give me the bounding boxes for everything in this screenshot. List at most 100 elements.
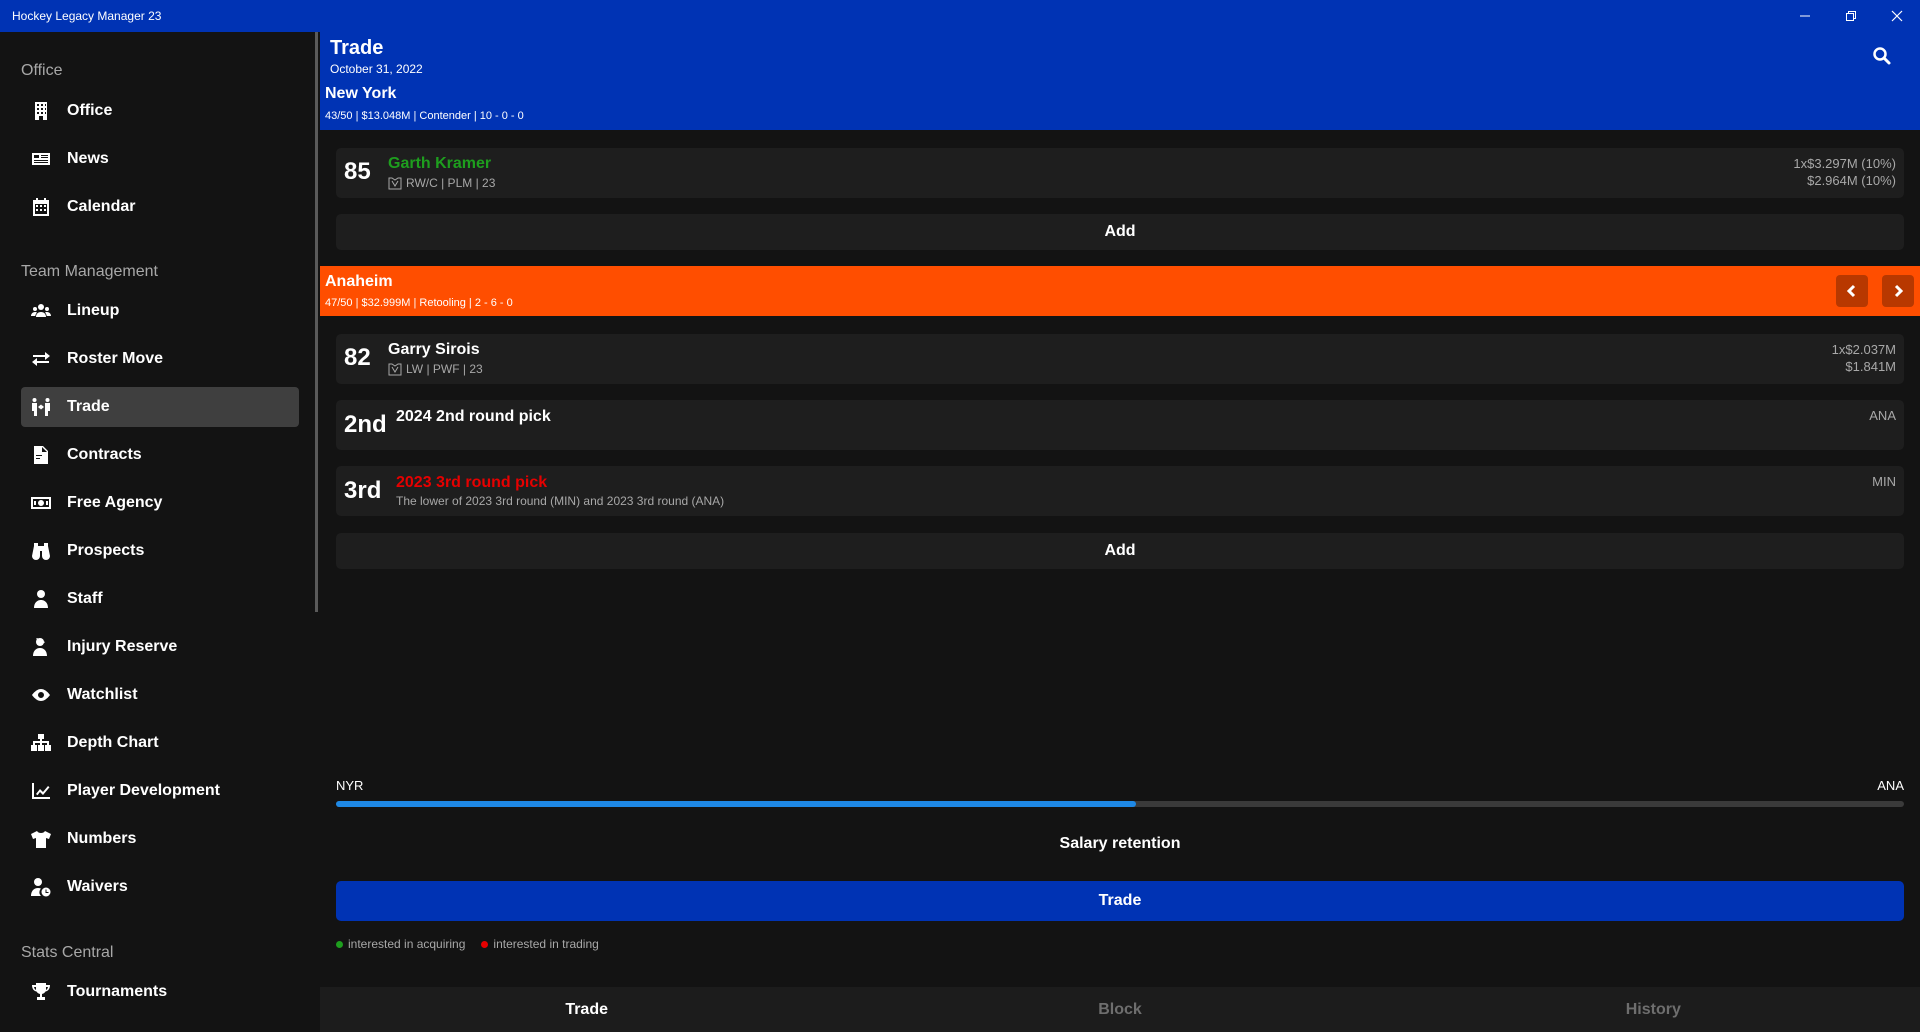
sidebar-item-calendar[interactable]: Calendar [21,187,299,227]
sidebar-item-player-development[interactable]: Player Development [21,771,299,811]
minimize-button[interactable] [1782,0,1828,32]
sidebar-item-label: Watchlist [67,686,138,703]
sidebar-item-roster-move[interactable]: Roster Move [21,339,299,379]
pick-description: The lower of 2023 3rd round (MIN) and 20… [396,494,725,508]
app-title: Hockey Legacy Manager 23 [12,9,162,23]
player-meta: LW | PWF | 23 [406,362,483,376]
pick-name: 2024 2nd round pick [396,408,551,425]
player-rating: 85 [344,158,371,185]
pick-round: 2nd [344,411,387,438]
other-team-header: Anaheim 47/50 | $32.999M | Retooling | 2… [320,266,1920,316]
pick-round: 3rd [344,477,382,504]
chevron-right-icon [1894,284,1904,298]
player-contract: 1x$3.297M (10%) [1793,156,1896,171]
user-clock-icon [29,875,53,899]
sidebar-item-label: Tournaments [67,983,168,1000]
player-cap-hit: $2.964M (10%) [1807,173,1896,188]
binoculars-icon [29,539,53,563]
group-title-team-management: Team Management [21,263,158,280]
exchange-icon [29,347,53,371]
sidebar-item-watchlist[interactable]: Watchlist [21,675,299,715]
user-tie-icon [29,587,53,611]
add-my-asset-button[interactable]: Add [336,214,1904,250]
pick-team: MIN [1872,474,1896,489]
red-dot-icon [481,940,489,948]
trade-balance-fill [336,801,1136,807]
pick-team: ANA [1869,408,1896,423]
legend-label: interested in acquiring [348,937,466,951]
sidebar: Office Office News Calendar Team Managem… [0,32,320,1032]
jersey-icon [388,177,402,190]
sidebar-item-prospects[interactable]: Prospects [21,531,299,571]
restore-button[interactable] [1828,0,1874,32]
sidebar-item-label: Prospects [67,542,145,559]
sidebar-scrollbar[interactable] [315,32,318,612]
sidebar-item-label: Injury Reserve [67,638,178,655]
other-team-name: Anaheim [325,273,393,290]
chevron-left-icon [1846,284,1856,298]
trophy-icon [29,980,53,1004]
pick-name: 2023 3rd round pick [396,474,548,491]
sidebar-item-contracts[interactable]: Contracts [21,435,299,475]
sidebar-item-staff[interactable]: Staff [21,579,299,619]
player-meta: RW/C | PLM | 23 [406,176,496,190]
balance-left-team: NYR [336,778,364,793]
legend-item: interested in acquiring [336,937,465,951]
sidebar-item-label: Player Development [67,782,220,799]
add-their-asset-button[interactable]: Add [336,533,1904,569]
group-title-stats-central: Stats Central [21,944,114,961]
salary-retention-button[interactable]: Salary retention [320,835,1920,853]
my-team-info: 43/50 | $13.048M | Contender | 10 - 0 - … [325,110,524,122]
title-bar: Hockey Legacy Manager 23 [0,0,1920,32]
player-contract: 1x$2.037M [1831,342,1896,357]
money-bill-icon [29,491,53,515]
previous-team-button[interactable] [1836,275,1868,307]
legend: interested in acquiring interested in tr… [336,937,615,951]
search-icon[interactable] [1872,46,1892,66]
player-name: Garry Sirois [388,341,480,358]
tab-history[interactable]: History [1387,987,1920,1032]
sidebar-item-label: Trade [67,398,110,415]
other-team-info: 47/50 | $32.999M | Retooling | 2 - 6 - 0 [325,297,513,309]
jersey-icon [388,363,402,376]
trade-asset-card[interactable]: 82 Garry Sirois LW | PWF | 23 1x$2.037M … [336,334,1904,384]
player-name: Garth Kramer [388,155,492,172]
trade-pick-card[interactable]: 2nd 2024 2nd round pick ANA [336,400,1904,450]
sidebar-item-label: Waivers [67,878,128,895]
chart-line-icon [29,779,53,803]
sidebar-item-label: Roster Move [67,350,164,367]
green-dot-icon [336,940,343,948]
file-signature-icon [29,443,53,467]
sidebar-item-label: Depth Chart [67,734,159,751]
legend-item: interested in trading [481,937,599,951]
close-button[interactable] [1874,0,1920,32]
next-team-button[interactable] [1882,275,1914,307]
group-title-office: Office [21,62,63,79]
trade-balance-bar [336,801,1904,807]
tab-block[interactable]: Block [853,987,1386,1032]
sidebar-item-trade[interactable]: Trade [21,387,299,427]
sidebar-item-label: Staff [67,590,103,607]
sidebar-item-lineup[interactable]: Lineup [21,291,299,331]
my-team-name: New York [325,85,397,102]
sidebar-item-numbers[interactable]: Numbers [21,819,299,859]
trade-asset-card[interactable]: 85 Garth Kramer RW/C | PLM | 23 1x$3.297… [336,148,1904,198]
sidebar-item-injury-reserve[interactable]: Injury Reserve [21,627,299,667]
sidebar-item-office[interactable]: Office [21,91,299,131]
sidebar-item-news[interactable]: News [21,139,299,179]
tab-trade[interactable]: Trade [320,987,853,1032]
sidebar-item-waivers[interactable]: Waivers [21,867,299,907]
main-content: Trade October 31, 2022 New York 43/50 | … [320,32,1920,1032]
building-icon [29,99,53,123]
users-icon [29,299,53,323]
trade-button[interactable]: Trade [336,881,1904,921]
trade-pick-card[interactable]: 3rd 2023 3rd round pick The lower of 202… [336,466,1904,516]
sidebar-item-tournaments[interactable]: Tournaments [21,972,299,1012]
people-arrows-icon [29,395,53,419]
sidebar-item-depth-chart[interactable]: Depth Chart [21,723,299,763]
sidebar-item-free-agency[interactable]: Free Agency [21,483,299,523]
sidebar-item-label: Contracts [67,446,142,463]
legend-label: interested in trading [493,937,599,951]
sidebar-item-label: News [67,150,109,167]
current-date: October 31, 2022 [330,62,423,76]
